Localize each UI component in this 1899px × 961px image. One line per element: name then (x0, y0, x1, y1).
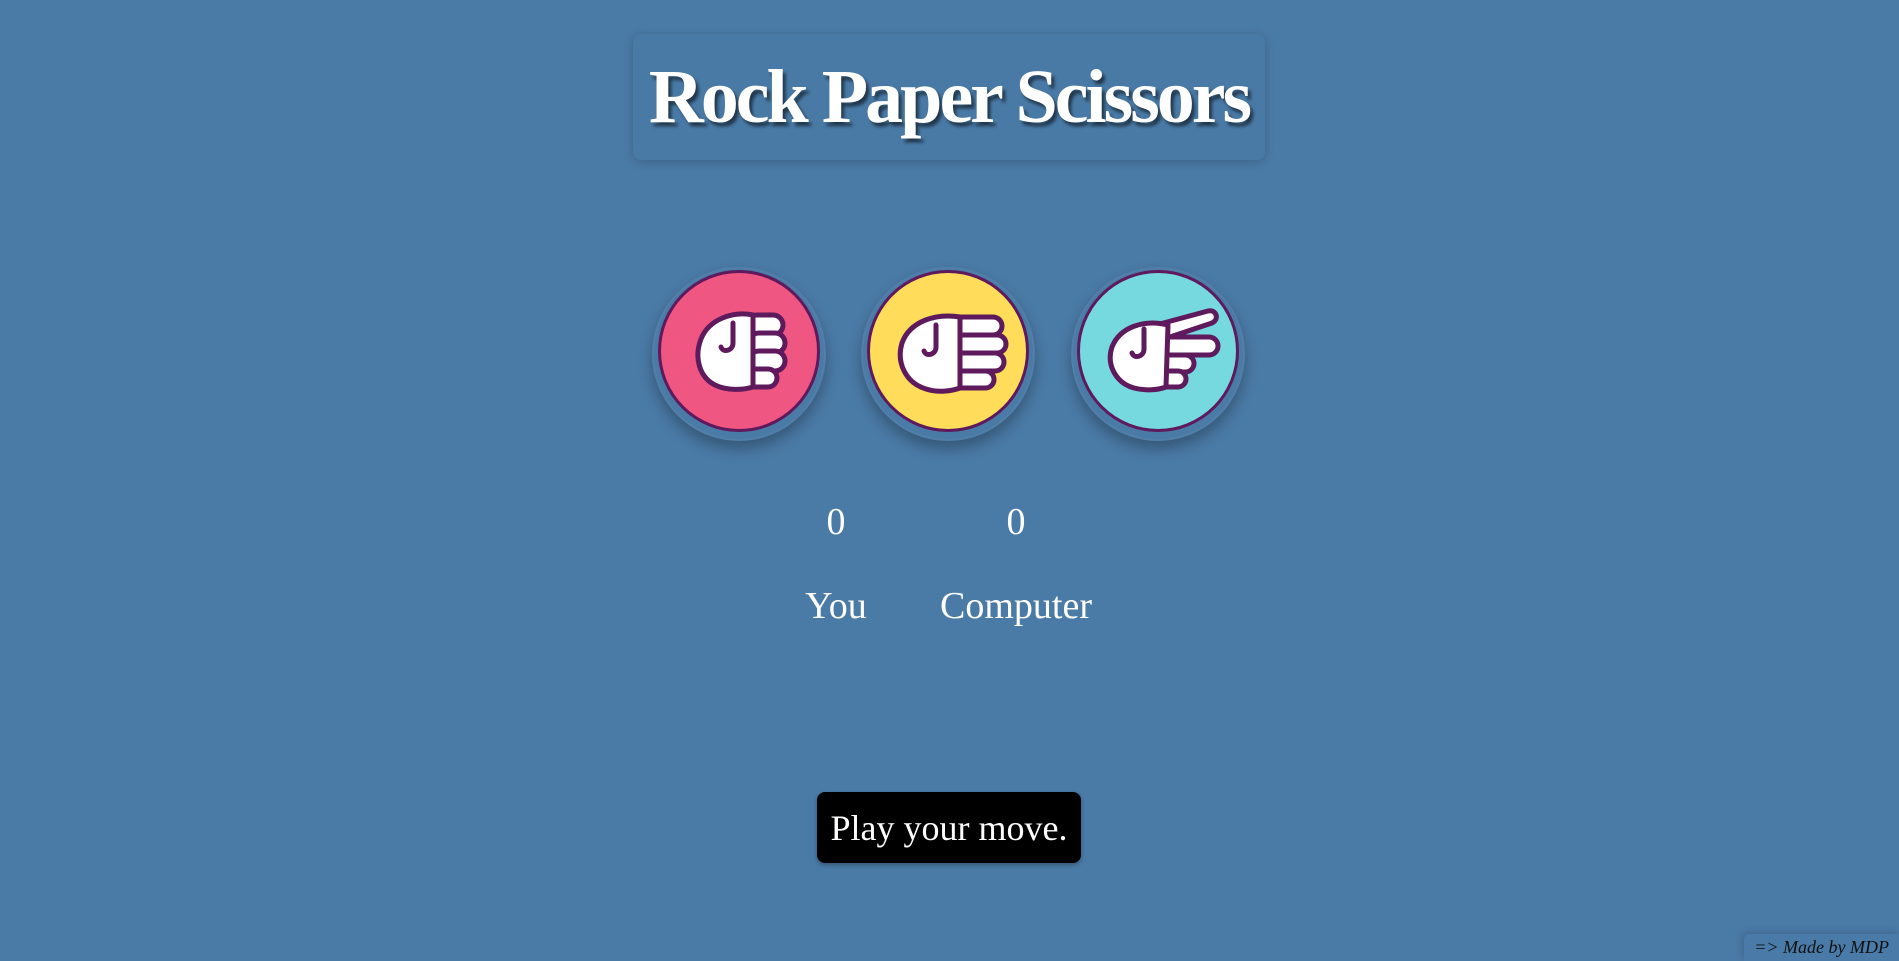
credit-footer: => Made by MDP (1744, 934, 1899, 961)
rock-disc (658, 270, 820, 432)
title-panel: Rock Paper Scissors (633, 34, 1265, 160)
paper-disc (867, 270, 1029, 432)
open-hand-icon (897, 313, 1009, 394)
scissors-hand-icon (1107, 308, 1221, 393)
page-title: Rock Paper Scissors (648, 54, 1252, 139)
scissors-button[interactable] (1071, 267, 1245, 441)
paper-button[interactable] (861, 267, 1035, 441)
computer-label: Computer (940, 585, 1092, 627)
you-label: You (805, 585, 867, 627)
status-message: Play your move. (817, 792, 1081, 863)
you-score: 0 (826, 501, 846, 543)
scissors-disc (1077, 270, 1239, 432)
computer-score: 0 (1006, 501, 1026, 543)
fist-icon (695, 311, 788, 392)
rock-button[interactable] (652, 267, 826, 441)
